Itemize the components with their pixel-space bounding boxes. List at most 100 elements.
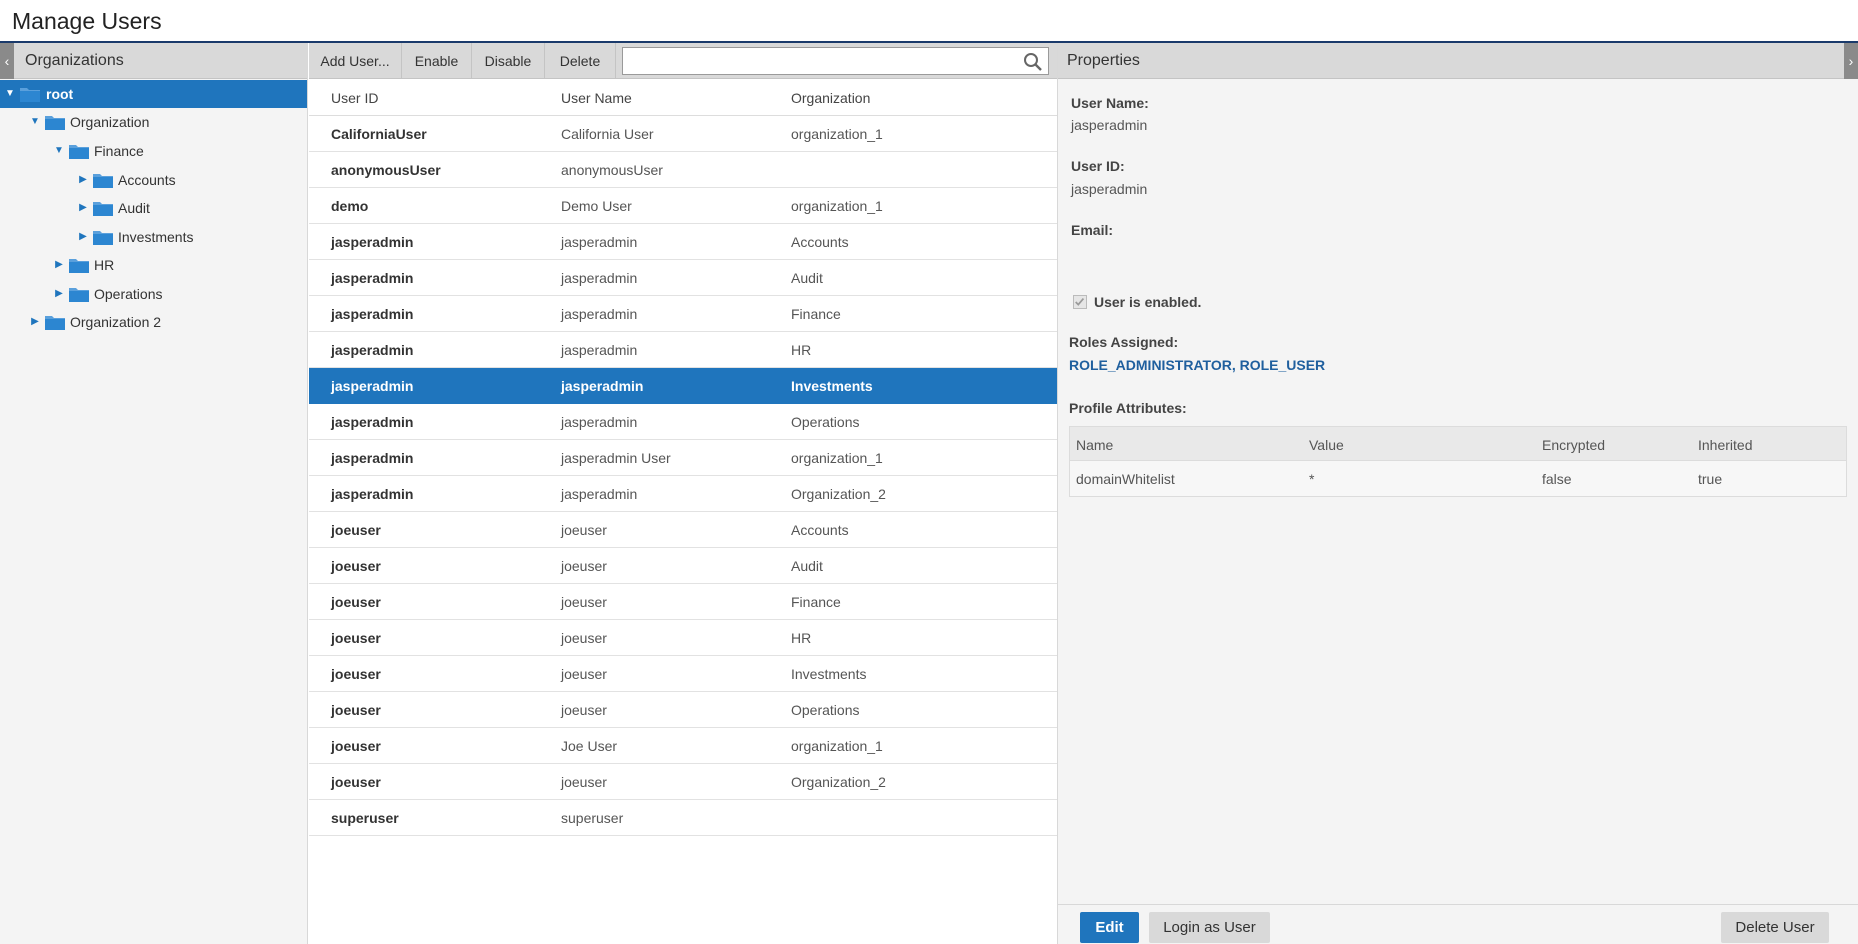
organization-cell: Accounts [791, 522, 849, 538]
tree-node-label: Operations [94, 286, 163, 302]
organizations-panel-header: ‹ Organizations [0, 43, 307, 79]
table-row[interactable]: joeuser joeuser Finance [309, 584, 1057, 620]
table-row[interactable]: joeuser joeuser Accounts [309, 512, 1057, 548]
roles-assigned-value: ROLE_ADMINISTRATOR, ROLE_USER [1069, 357, 1326, 373]
folder-icon [93, 231, 113, 245]
folder-icon [69, 145, 89, 159]
login-as-user-button[interactable]: Login as User [1149, 912, 1270, 943]
user-id-cell: joeuser [331, 666, 381, 682]
table-row[interactable]: jasperadmin jasperadmin Accounts [309, 224, 1057, 260]
user-enabled-label: User is enabled. [1094, 294, 1202, 310]
column-header-user-id[interactable]: User ID [331, 90, 378, 106]
enable-button[interactable]: Enable [402, 43, 472, 79]
user-name-cell: joeuser [561, 594, 607, 610]
table-row[interactable]: joeuser joeuser Organization_2 [309, 764, 1057, 800]
folder-icon [93, 202, 113, 216]
organization-cell: Finance [791, 306, 841, 322]
tree-node-finance[interactable]: ▼ Finance [0, 137, 307, 165]
collapsed-arrow-icon[interactable]: ▶ [77, 174, 89, 186]
table-row[interactable]: joeuser joeuser HR [309, 620, 1057, 656]
disable-button[interactable]: Disable [472, 43, 545, 79]
user-name-cell: California User [561, 126, 654, 142]
add-user-button[interactable]: Add User... [309, 43, 402, 79]
table-row[interactable]: joeuser joeuser Audit [309, 548, 1057, 584]
email-label: Email: [1071, 222, 1114, 238]
table-row[interactable]: joeuser Joe User organization_1 [309, 728, 1057, 764]
users-table-header: User ID User Name Organization [309, 80, 1057, 116]
table-row[interactable]: jasperadmin jasperadmin HR [309, 332, 1057, 368]
user-name-cell: jasperadmin [561, 414, 638, 430]
tree-node-accounts[interactable]: ▶ Accounts [0, 166, 307, 194]
table-row[interactable]: jasperadmin jasperadmin User organization_… [309, 440, 1057, 476]
user-name-cell: jasperadmin [561, 306, 638, 322]
organization-cell: organization_1 [791, 450, 883, 466]
delete-button[interactable]: Delete [545, 43, 616, 79]
folder-icon [20, 88, 40, 102]
organization-cell: organization_1 [791, 126, 883, 142]
attr-column-encrypted: Encrypted [1542, 437, 1606, 453]
tree-node-audit[interactable]: ▶ Audit [0, 194, 307, 222]
user-name-label: User Name: [1071, 95, 1149, 111]
table-row[interactable]: jasperadmin jasperadmin Finance [309, 296, 1057, 332]
tree-node-label: Organization [70, 114, 150, 130]
collapse-right-panel-icon[interactable]: › [1844, 43, 1858, 79]
collapsed-arrow-icon[interactable]: ▶ [53, 288, 65, 300]
collapsed-arrow-icon[interactable]: ▶ [77, 202, 89, 214]
table-row[interactable]: CaliforniaUser California User organizatio… [309, 116, 1057, 152]
profile-attributes-label: Profile Attributes: [1069, 400, 1187, 416]
table-row[interactable]: superuser superuser [309, 800, 1057, 836]
organization-cell: Accounts [791, 234, 849, 250]
organizations-title: Organizations [25, 52, 124, 69]
table-row[interactable]: jasperadmin jasperadmin Organization_2 [309, 476, 1057, 512]
user-id-cell: jasperadmin [331, 378, 414, 394]
user-id-cell: joeuser [331, 630, 381, 646]
user-name-cell: joeuser [561, 666, 607, 682]
tree-node-investments[interactable]: ▶ Investments [0, 223, 307, 251]
table-row[interactable]: jasperadmin jasperadmin Audit [309, 260, 1057, 296]
user-name-cell: Joe User [561, 738, 618, 754]
user-id-cell: joeuser [331, 774, 381, 790]
properties-footer: Edit Login as User Delete User [1058, 904, 1858, 944]
tree-node-label: HR [94, 257, 115, 273]
expanded-arrow-icon[interactable]: ▼ [4, 88, 16, 100]
table-row[interactable]: joeuser joeuser Operations [309, 692, 1057, 728]
tree-node-organization-2[interactable]: ▶ Organization 2 [0, 308, 307, 336]
user-id-cell: jasperadmin [331, 450, 414, 466]
table-row[interactable]: demo Demo User organization_1 [309, 188, 1057, 224]
tree-node-organization[interactable]: ▼ Organization [0, 108, 307, 136]
table-row[interactable]: anonymousUser anonymousUser [309, 152, 1057, 188]
expanded-arrow-icon[interactable]: ▼ [53, 145, 65, 157]
column-header-organization[interactable]: Organization [791, 90, 870, 106]
tree-node-label: root [46, 86, 74, 102]
column-header-user-name[interactable]: User Name [561, 90, 632, 106]
attribute-row: domainWhitelist * false true [1070, 461, 1846, 496]
collapsed-arrow-icon[interactable]: ▶ [53, 259, 65, 271]
search-input[interactable] [627, 50, 1017, 72]
page-header: Manage Users [0, 0, 1858, 43]
tree-node-hr[interactable]: ▶ HR [0, 251, 307, 279]
tree-node-operations[interactable]: ▶ Operations [0, 280, 307, 308]
user-name-value: jasperadmin [1071, 117, 1148, 133]
table-row[interactable]: joeuser joeuser Investments [309, 656, 1057, 692]
organization-cell: HR [791, 342, 812, 358]
user-name-cell: jasperadmin [561, 342, 638, 358]
user-id-cell: jasperadmin [331, 270, 414, 286]
user-enabled-checkbox [1073, 295, 1087, 309]
delete-user-button[interactable]: Delete User [1721, 912, 1829, 943]
collapsed-arrow-icon[interactable]: ▶ [77, 231, 89, 243]
organization-cell: Audit [791, 270, 823, 286]
user-name-cell: anonymousUser [561, 162, 663, 178]
users-toolbar: Add User... Enable Disable Delete [309, 43, 1057, 79]
profile-attributes-table: Name Value Encrypted Inherited domainWhi… [1069, 426, 1847, 497]
table-row[interactable]: jasperadmin jasperadmin Investments [309, 368, 1057, 404]
expanded-arrow-icon[interactable]: ▼ [29, 116, 41, 128]
collapse-left-panel-icon[interactable]: ‹ [0, 43, 14, 79]
table-row[interactable]: jasperadmin jasperadmin Operations [309, 404, 1057, 440]
collapsed-arrow-icon[interactable]: ▶ [29, 316, 41, 328]
organization-cell: Operations [791, 702, 860, 718]
page-title: Manage Users [12, 8, 162, 34]
user-id-cell: joeuser [331, 522, 381, 538]
tree-node-root[interactable]: ▼ root [0, 80, 307, 108]
edit-button[interactable]: Edit [1080, 912, 1139, 943]
search-icon[interactable] [1023, 52, 1043, 72]
